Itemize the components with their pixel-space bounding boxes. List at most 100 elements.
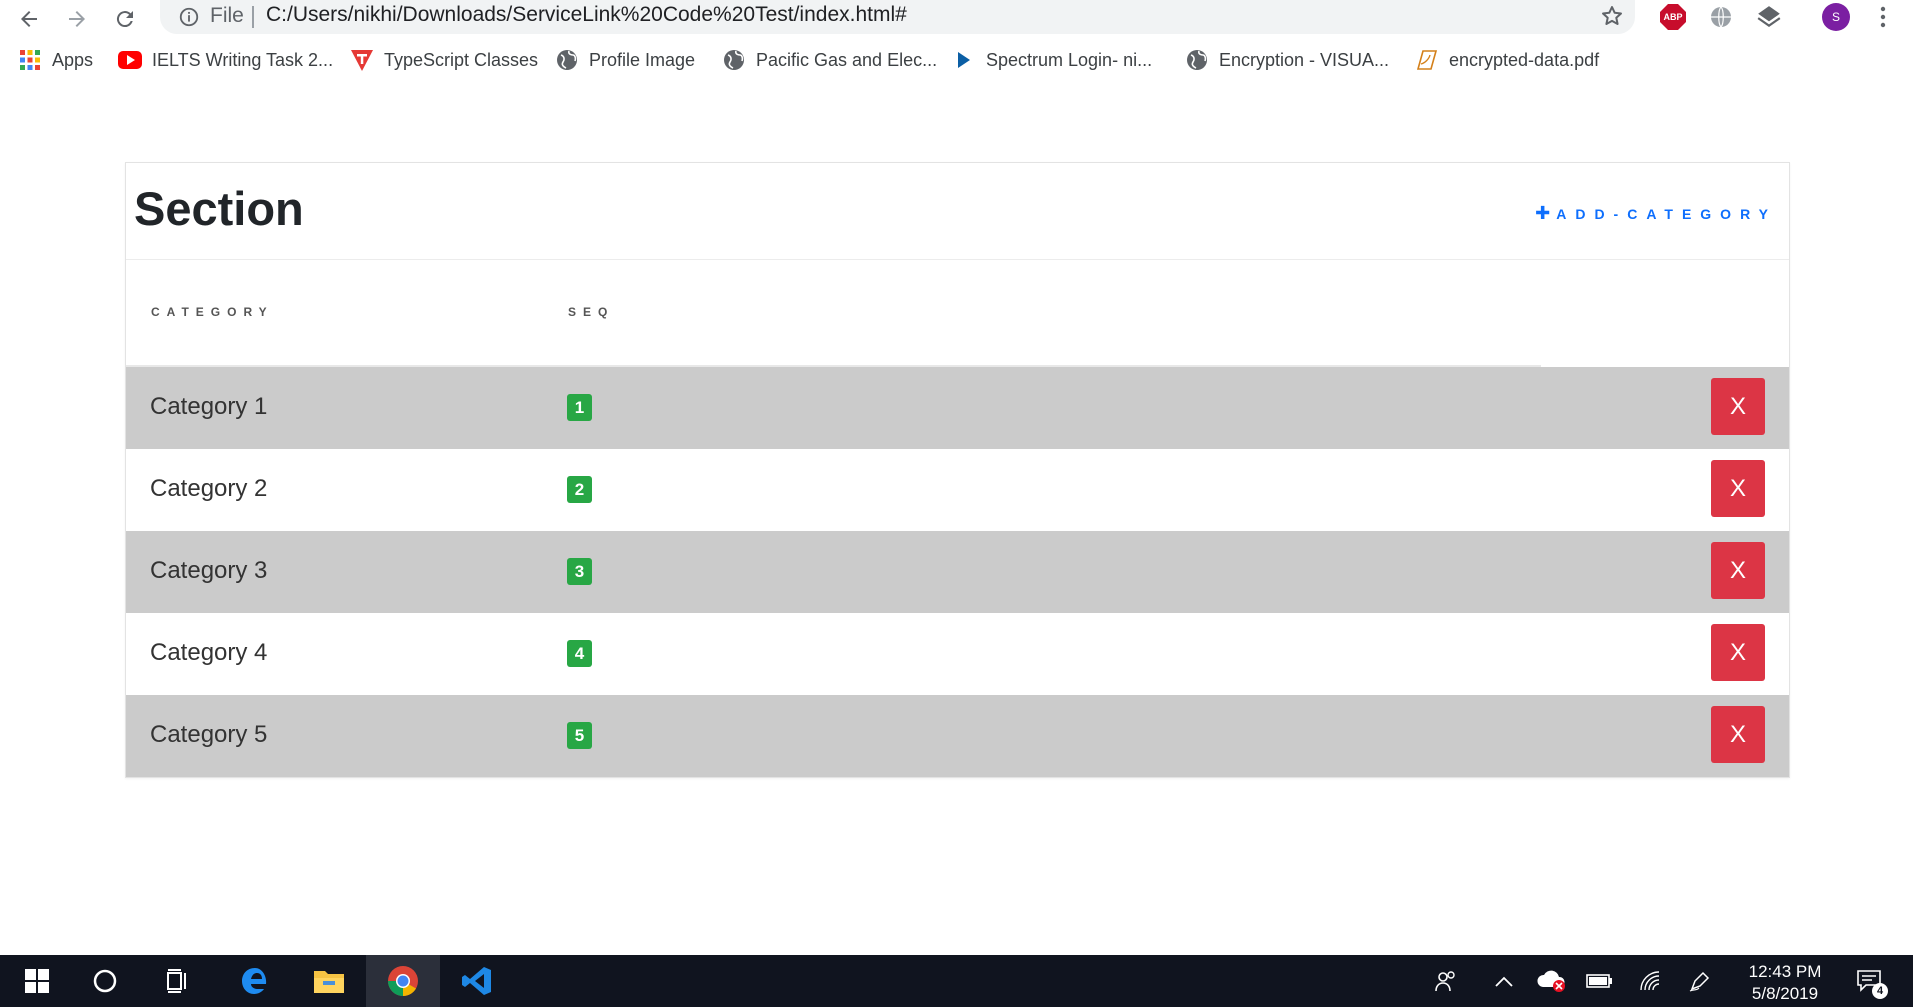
task-view-button[interactable] [140, 955, 214, 1007]
add-category-button[interactable]: ✚ ADD-CATEGORY [1535, 203, 1777, 224]
arrow-left-icon [21, 11, 37, 27]
avatar-initial: S [1831, 10, 1840, 24]
category-name: Category 1 [150, 393, 268, 420]
globe-icon [1185, 48, 1209, 72]
delete-category-button[interactable]: X [1711, 542, 1765, 599]
taskbar-vscode[interactable] [440, 955, 514, 1007]
clock-date: 5/8/2019 [1751, 984, 1819, 1003]
cortana-button[interactable] [68, 955, 142, 1007]
file-scheme-label: File [210, 4, 244, 27]
bookmark-label: Apps [52, 49, 94, 70]
info-icon[interactable] [178, 6, 200, 28]
taskbar-chrome[interactable] [366, 955, 440, 1007]
delete-category-button[interactable]: X [1711, 378, 1765, 435]
battery-icon [1586, 974, 1612, 988]
forward-button[interactable] [62, 4, 92, 34]
column-header-seq: SEQ [568, 305, 615, 319]
notification-count-badge: 4 [1872, 983, 1888, 999]
edge-icon [242, 968, 267, 994]
plus-icon: ✚ [1535, 203, 1551, 223]
start-button[interactable] [0, 955, 74, 1007]
category-name: Category 4 [150, 639, 268, 666]
clock-time: 12:43 PM [1748, 962, 1822, 981]
battery-status[interactable] [1584, 965, 1616, 997]
layers-extension[interactable] [1754, 2, 1784, 32]
bookmark-encrypted-pdf[interactable]: encrypted-data.pdf [1415, 46, 1599, 74]
page-title: Section [134, 182, 304, 235]
delete-category-button[interactable]: X [1711, 624, 1765, 681]
chevron-up-icon [1495, 976, 1513, 987]
adblock-extension[interactable]: ABP [1658, 2, 1688, 32]
windows-logo-icon [25, 969, 49, 993]
task-view-icon [167, 969, 186, 993]
bookmark-label: Profile Image [589, 49, 696, 70]
taskbar-file-explorer[interactable] [292, 955, 366, 1007]
onedrive-status[interactable] [1536, 965, 1568, 997]
bookmark-encryption[interactable]: Encryption - VISUA... [1185, 46, 1389, 74]
pen-icon [1689, 971, 1710, 992]
show-hidden-icons-button[interactable] [1488, 965, 1520, 997]
bookmark-label: encrypted-data.pdf [1449, 49, 1600, 70]
globe-icon [1711, 6, 1731, 28]
typescript-t-icon [350, 48, 374, 72]
category-name: Category 2 [150, 475, 268, 502]
bookmark-label: Pacific Gas and Elec... [756, 49, 938, 70]
globe-extension[interactable] [1706, 2, 1736, 32]
card-header: Section ✚ ADD-CATEGORY [126, 163, 1789, 260]
pdf-file-icon [1415, 48, 1439, 72]
play-arrow-icon [952, 48, 976, 72]
table-row: Category 4 4 X [126, 613, 1789, 695]
pen-workspace-button[interactable] [1684, 965, 1716, 997]
delete-category-button[interactable]: X [1711, 460, 1765, 517]
bookmark-label: Encryption - VISUA... [1219, 49, 1390, 70]
table-row: Category 1 1 X [126, 367, 1789, 449]
bookmark-label: Spectrum Login- ni... [986, 49, 1153, 70]
layers-icon [1757, 6, 1781, 27]
bookmark-spectrum[interactable]: Spectrum Login- ni... [952, 46, 1152, 74]
bookmark-pge[interactable]: Pacific Gas and Elec... [722, 46, 937, 74]
youtube-icon [118, 48, 142, 72]
wifi-icon [1640, 971, 1660, 991]
vscode-icon [462, 967, 491, 995]
people-button[interactable] [1430, 965, 1462, 997]
table-row: Category 5 5 X [126, 695, 1789, 777]
folder-icon [314, 971, 344, 993]
profile-avatar[interactable]: S [1821, 2, 1851, 32]
bookmark-ielts[interactable]: IELTS Writing Task 2... [118, 46, 333, 74]
delete-category-button[interactable]: X [1711, 706, 1765, 763]
column-header-category: CATEGORY [151, 305, 274, 319]
address-bar[interactable]: File C:/Users/nikhi/Downloads/ServiceLin… [160, 0, 1635, 34]
action-center-button[interactable]: 4 [1854, 965, 1888, 999]
bookmark-apps[interactable]: Apps [18, 46, 93, 74]
section-card: Section ✚ ADD-CATEGORY CATEGORY SEQ Cate… [125, 162, 1790, 778]
bookmark-typescript[interactable]: TypeScript Classes [350, 46, 538, 74]
kebab-menu-icon [1880, 6, 1886, 28]
seq-badge: 1 [567, 394, 592, 421]
seq-badge: 2 [567, 476, 592, 503]
browser-toolbar: File C:/Users/nikhi/Downloads/ServiceLin… [0, 0, 1913, 40]
seq-badge: 5 [567, 722, 592, 749]
bookmark-profile-image[interactable]: Profile Image [555, 46, 695, 74]
back-button[interactable] [14, 4, 44, 34]
browser-menu-button[interactable] [1868, 2, 1898, 32]
url-text[interactable]: C:/Users/nikhi/Downloads/ServiceLink%20C… [266, 3, 907, 27]
cortana-circle-icon [93, 969, 117, 993]
address-separator [252, 6, 254, 28]
apps-grid-icon [18, 48, 42, 72]
taskbar-edge[interactable] [218, 955, 292, 1007]
people-icon [1435, 971, 1455, 992]
avatar: S [1822, 3, 1850, 31]
reload-button[interactable] [110, 4, 140, 34]
seq-badge: 4 [567, 640, 592, 667]
chrome-icon [388, 966, 418, 996]
star-bookmark-icon[interactable] [1600, 4, 1624, 28]
cloud-error-icon [1537, 970, 1565, 992]
globe-icon [555, 48, 579, 72]
system-clock[interactable]: 12:43 PM 5/8/2019 [1735, 961, 1835, 1005]
reload-icon [116, 11, 133, 28]
taskbar: 12:43 PM 5/8/2019 4 [0, 955, 1913, 1007]
category-name: Category 3 [150, 557, 268, 584]
arrow-right-icon [69, 11, 85, 27]
bookmark-label: IELTS Writing Task 2... [152, 49, 334, 70]
network-status[interactable] [1634, 965, 1666, 997]
